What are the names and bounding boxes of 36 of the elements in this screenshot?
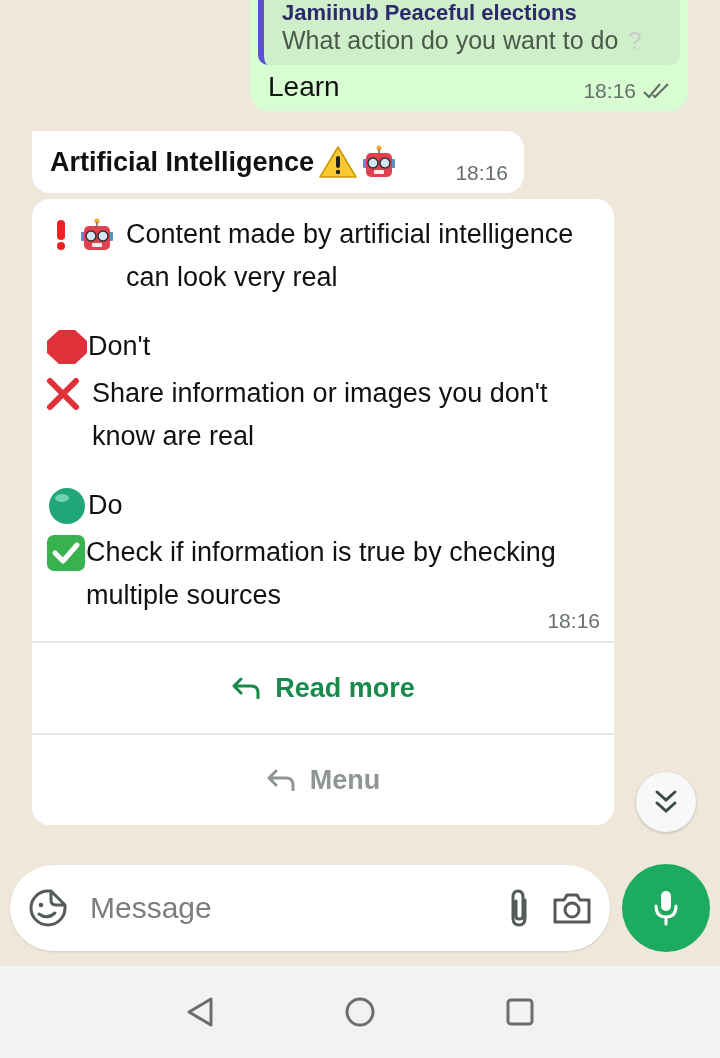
- message-bar[interactable]: Message: [10, 865, 610, 951]
- microphone-icon: [653, 889, 679, 927]
- quote-mark: ?: [628, 26, 642, 55]
- message-text: Share information or images you don't know are real: [92, 377, 549, 453]
- message-time: 18:16: [583, 79, 636, 103]
- camera-icon[interactable]: [552, 891, 592, 925]
- reply-icon: [231, 677, 262, 699]
- quote-title: Jamiinub Peaceful elections: [282, 0, 578, 26]
- recent-apps-button[interactable]: [505, 997, 536, 1027]
- message-text: Do: [88, 489, 124, 522]
- cross-icon: [46, 377, 80, 410]
- exclamation-icon: [54, 218, 68, 251]
- reply-icon: [265, 769, 296, 791]
- circle-icon: [46, 486, 88, 525]
- home-icon: [344, 996, 376, 1028]
- quote-text: What action do you want to do: [282, 26, 619, 55]
- double-chevron-icon: [654, 789, 678, 815]
- robot-icon: [80, 217, 114, 252]
- check-box-icon: [46, 533, 86, 572]
- sticker-icon: [28, 888, 68, 928]
- message-time: 18:16: [547, 609, 600, 633]
- scroll-down-button[interactable]: [636, 772, 696, 832]
- stop-sign-icon: [46, 328, 88, 365]
- double-check-icon: [642, 82, 672, 100]
- quoted-message[interactable]: Jamiinub Peaceful elections What action do you want to do ?: [258, 0, 680, 65]
- message-title: Artificial Intelligence: [50, 146, 315, 178]
- message-text: Don't: [88, 330, 152, 363]
- message-text: Check if information is true by checking multiple sources: [86, 536, 557, 612]
- robot-icon: [362, 145, 397, 179]
- home-button[interactable]: [344, 996, 376, 1028]
- message-time: 18:16: [455, 161, 508, 185]
- message-text: Learn: [268, 71, 340, 103]
- message-text: Content made by artificial intelligence can look very real: [126, 218, 575, 294]
- square-icon: [505, 997, 536, 1027]
- warning-icon: [318, 145, 359, 179]
- message-field[interactable]: Message: [88, 890, 486, 926]
